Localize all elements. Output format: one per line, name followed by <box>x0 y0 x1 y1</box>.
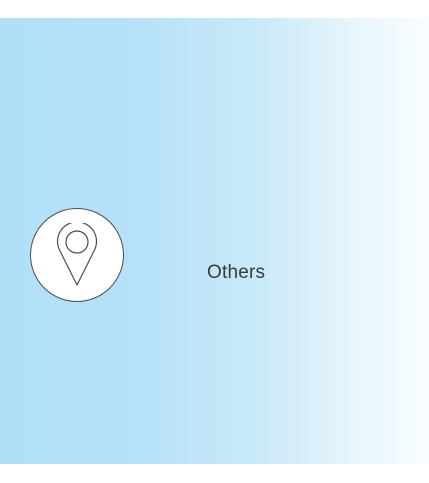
category-item-others[interactable]: Others <box>30 208 265 302</box>
category-panel: Others <box>0 18 429 464</box>
pin-icon-circle <box>30 208 124 302</box>
category-label: Others <box>207 262 266 283</box>
map-pin-icon <box>56 223 98 286</box>
page: Others <box>0 0 429 483</box>
